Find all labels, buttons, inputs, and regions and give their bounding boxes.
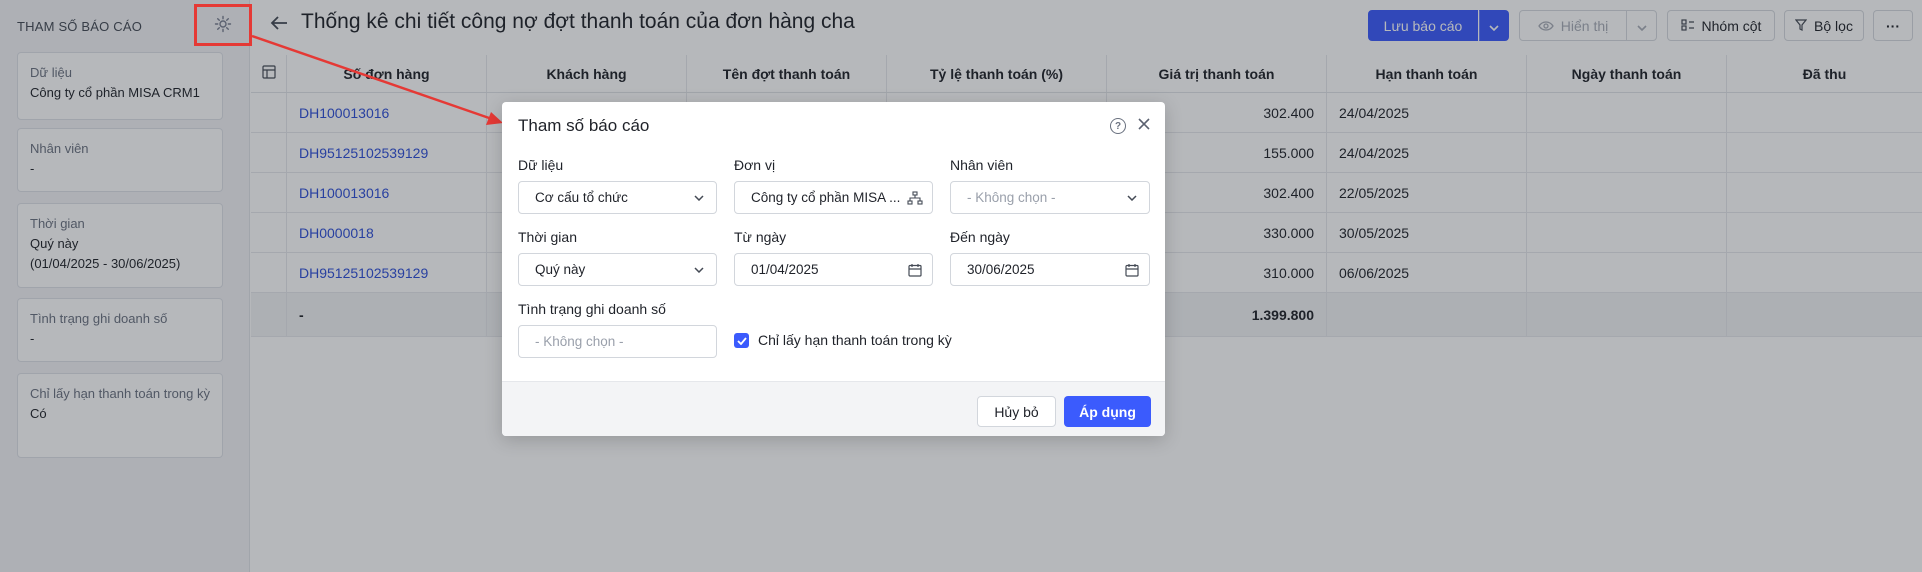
data-label: Dữ liệu [518, 157, 564, 173]
unit-picker-value: Công ty cổ phần MISA ... [751, 190, 901, 205]
apply-button[interactable]: Áp dụng [1064, 396, 1151, 427]
calendar-icon[interactable] [907, 262, 923, 278]
from-date-value: 01/04/2025 [751, 262, 819, 277]
time-select-value: Quý này [535, 262, 586, 277]
report-params-dialog: Tham số báo cáo ? Dữ liệu Cơ cấu tổ chức… [502, 102, 1165, 436]
sales-status-placeholder: - Không chọn - [535, 334, 624, 349]
due-in-period-label[interactable]: Chỉ lấy hạn thanh toán trong kỳ [758, 332, 952, 348]
to-date-label: Đến ngày [950, 229, 1010, 245]
cancel-button[interactable]: Hủy bỏ [977, 396, 1056, 427]
unit-picker[interactable]: Công ty cổ phần MISA ... [734, 181, 933, 214]
chevron-down-icon [691, 190, 707, 206]
close-icon[interactable] [1134, 114, 1154, 134]
dialog-title: Tham số báo cáo [518, 116, 650, 135]
sales-status-label: Tình trạng ghi doanh số [518, 301, 666, 317]
to-date-input[interactable]: 30/06/2025 [950, 253, 1150, 286]
time-select[interactable]: Quý này [518, 253, 717, 286]
help-icon[interactable]: ? [1110, 118, 1126, 134]
staff-select-placeholder: - Không chọn - [967, 190, 1056, 205]
staff-label: Nhân viên [950, 157, 1014, 173]
dialog-footer: Hủy bỏ Áp dụng [502, 381, 1165, 436]
chevron-down-icon [1124, 190, 1140, 206]
unit-label: Đơn vị [734, 157, 776, 173]
org-tree-icon[interactable] [907, 190, 923, 206]
chevron-down-icon [691, 262, 707, 278]
staff-select[interactable]: - Không chọn - [950, 181, 1150, 214]
data-select-value: Cơ cấu tổ chức [535, 190, 628, 205]
to-date-value: 30/06/2025 [967, 262, 1035, 277]
time-label: Thời gian [518, 229, 577, 245]
from-date-input[interactable]: 01/04/2025 [734, 253, 933, 286]
data-select[interactable]: Cơ cấu tổ chức [518, 181, 717, 214]
sales-status-select[interactable]: - Không chọn - [518, 325, 717, 358]
calendar-icon[interactable] [1124, 262, 1140, 278]
due-in-period-checkbox[interactable] [734, 333, 749, 348]
from-date-label: Từ ngày [734, 229, 787, 245]
